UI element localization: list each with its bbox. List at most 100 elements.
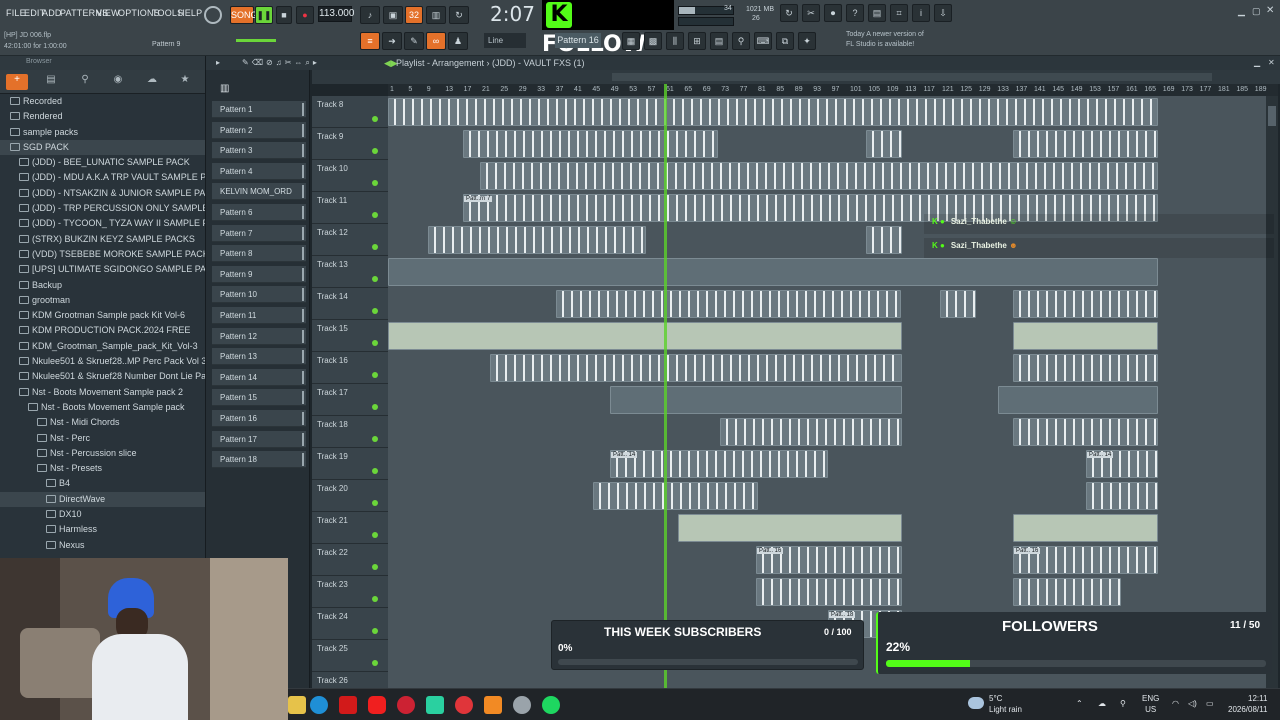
pattern-item[interactable]: Pattern 14 — [212, 368, 306, 386]
playlist-clip[interactable] — [678, 514, 902, 542]
mixer-shortcut-button[interactable]: ✂ — [802, 4, 820, 22]
pattern-item[interactable]: Pattern 7 — [212, 224, 306, 242]
cloud-sync-icon[interactable]: ☁ — [1098, 698, 1106, 709]
playlist-clip[interactable]: Patt.. 16 — [756, 546, 902, 574]
playlist-clip[interactable] — [998, 386, 1158, 414]
pattern-item[interactable]: Pattern 12 — [212, 327, 306, 345]
menu-add[interactable]: ADD — [42, 8, 62, 18]
browser-item[interactable]: Nexus — [0, 538, 205, 553]
maximize-icon[interactable]: ▢ — [1252, 6, 1261, 17]
pattern-item[interactable]: Pattern 6 — [212, 204, 306, 221]
track-mute-led[interactable] — [372, 308, 378, 314]
track-header[interactable]: Track 15 — [312, 320, 388, 352]
track-header[interactable]: Track 18 — [312, 416, 388, 448]
help-button[interactable]: ? — [846, 4, 864, 22]
browser-item[interactable]: (JDD) - BEE_LUNATIC SAMPLE PACK — [0, 155, 205, 170]
track-mute-led[interactable] — [372, 468, 378, 474]
volume-icon[interactable]: ◁) — [1188, 698, 1197, 709]
netflix-icon[interactable] — [339, 696, 357, 714]
spotify-icon[interactable] — [542, 696, 560, 714]
browser-item[interactable]: Nst - Perc — [0, 431, 205, 446]
track-mute-led[interactable] — [372, 436, 378, 442]
playlist-clip[interactable] — [1013, 354, 1158, 382]
playlist-window-button[interactable]: ≡ — [360, 32, 380, 50]
playlist-button[interactable]: ⊞ — [688, 32, 706, 50]
browser-project-button[interactable]: ▤ — [40, 74, 62, 90]
playlist-clip[interactable] — [388, 98, 1158, 126]
pattern-item[interactable]: Pattern 16 — [212, 410, 306, 427]
weather-icon[interactable] — [968, 697, 984, 709]
opera-icon[interactable] — [455, 696, 473, 714]
playlist-clip[interactable] — [1013, 322, 1158, 350]
step-edit-button[interactable]: ▥ — [426, 6, 446, 24]
track-header[interactable]: Track 16 — [312, 352, 388, 384]
pattern-item[interactable]: Pattern 4 — [212, 162, 306, 180]
playlist-clip[interactable] — [1013, 418, 1158, 446]
pattern-item[interactable]: Pattern 18 — [212, 451, 306, 469]
pattern-item[interactable]: Pattern 11 — [212, 307, 306, 324]
countdown-button[interactable]: 32 — [405, 6, 423, 24]
track-mute-led[interactable] — [372, 276, 378, 282]
browser-item[interactable]: Nst - Presets — [0, 461, 205, 476]
track-header[interactable]: Track 20 — [312, 480, 388, 512]
piano-roll-button[interactable]: ▩ — [644, 32, 662, 50]
browser-item[interactable]: (JDD) - MDU A.K.A TRP VAULT SAMPLE PACK — [0, 170, 205, 185]
playlist-clip[interactable] — [1013, 514, 1158, 542]
track-header[interactable]: Track 13 — [312, 256, 388, 288]
pattern-item[interactable]: KELVIN MOM_ORD MIDI 5 — [212, 183, 306, 213]
browser-item[interactable]: KDM_Grootman_Sample_pack_Kit_Vol-3 — [0, 339, 205, 354]
metronome-button[interactable]: ♪ — [360, 6, 380, 24]
close-icon[interactable]: ✕ — [1266, 5, 1274, 16]
track-header[interactable]: Track 24 — [312, 608, 388, 640]
online-button[interactable]: ↻ — [780, 4, 798, 22]
track-header[interactable]: Track 23 — [312, 576, 388, 608]
capcut-icon[interactable] — [426, 696, 444, 714]
link-button[interactable]: ∞ — [426, 32, 446, 50]
browser-all-button[interactable]: + — [6, 74, 28, 90]
browser-cloud-button[interactable]: ☁ — [141, 74, 163, 90]
browser-item[interactable]: DirectWave — [0, 491, 205, 508]
clone-button[interactable]: ⧉ — [776, 32, 794, 50]
browser-item[interactable]: Nkulee501 & Skruef28..MP Perc Pack Vol 3… — [0, 354, 205, 369]
playlist-clip[interactable] — [610, 386, 902, 414]
touch-keyboard-button[interactable]: ⌨ — [754, 32, 772, 50]
playlist-clip[interactable]: Patt.. 14 — [1086, 450, 1158, 478]
mixer-button[interactable]: ⫼ — [666, 32, 684, 50]
browser-item[interactable]: (VDD) TSEBEBE MOROKE SAMPLE PACK — [0, 247, 205, 262]
track-mute-led[interactable] — [372, 660, 378, 666]
pattern-item[interactable]: Pattern 9 — [212, 265, 306, 283]
pattern-item[interactable]: Pattern 8 — [212, 245, 306, 263]
wait-input-button[interactable]: ▣ — [383, 6, 403, 24]
hint-button[interactable]: ✦ — [798, 32, 816, 50]
playhead[interactable] — [664, 84, 667, 688]
tray-expand-icon[interactable]: ⌃ — [1076, 698, 1083, 709]
export-button[interactable]: ⇩ — [934, 4, 952, 22]
draw-tool-button[interactable]: ✎ — [404, 32, 424, 50]
picker-mode-icon[interactable]: ▥ — [220, 83, 229, 94]
news-panel[interactable]: Today A newer version of FL Studio is av… — [846, 30, 924, 50]
stop-button[interactable]: ■ — [276, 6, 292, 24]
track-mute-led[interactable] — [372, 628, 378, 634]
minimize-icon[interactable]: ▁ — [1238, 6, 1245, 17]
playlist-clip[interactable] — [463, 130, 718, 158]
browser-item[interactable]: Nst - Boots Movement Sample pack — [0, 400, 205, 415]
master-pitch-knob[interactable] — [204, 6, 222, 24]
pattern-selector[interactable]: Pattern 16 — [555, 33, 601, 48]
youtube-icon[interactable] — [368, 696, 386, 714]
playlist-clip[interactable]: Patt.. 14 — [610, 450, 828, 478]
playlist-clip[interactable] — [556, 290, 901, 318]
playlist-scroll-thumb[interactable] — [612, 73, 1212, 81]
browser-favorites-button[interactable]: ★ — [174, 74, 196, 90]
playlist-clip[interactable] — [940, 290, 976, 318]
pattern-item[interactable]: Pattern 10 — [212, 286, 306, 304]
track-header[interactable]: Track 8 — [312, 96, 388, 128]
battery-icon[interactable]: ▭ — [1206, 698, 1214, 709]
browser-item[interactable]: (JDD) - TYCOON_ TYZA WAY II SAMPLE PACK — [0, 216, 205, 231]
track-mute-led[interactable] — [372, 404, 378, 410]
next-button[interactable]: ➜ — [382, 32, 402, 50]
obs-icon[interactable] — [397, 696, 415, 714]
playlist-clip[interactable] — [866, 226, 902, 254]
track-mute-led[interactable] — [372, 244, 378, 250]
playlist-tools-icons[interactable]: ✎⌫⊘♫✂⇔⌕▸ — [242, 56, 320, 70]
track-mute-led[interactable] — [372, 596, 378, 602]
